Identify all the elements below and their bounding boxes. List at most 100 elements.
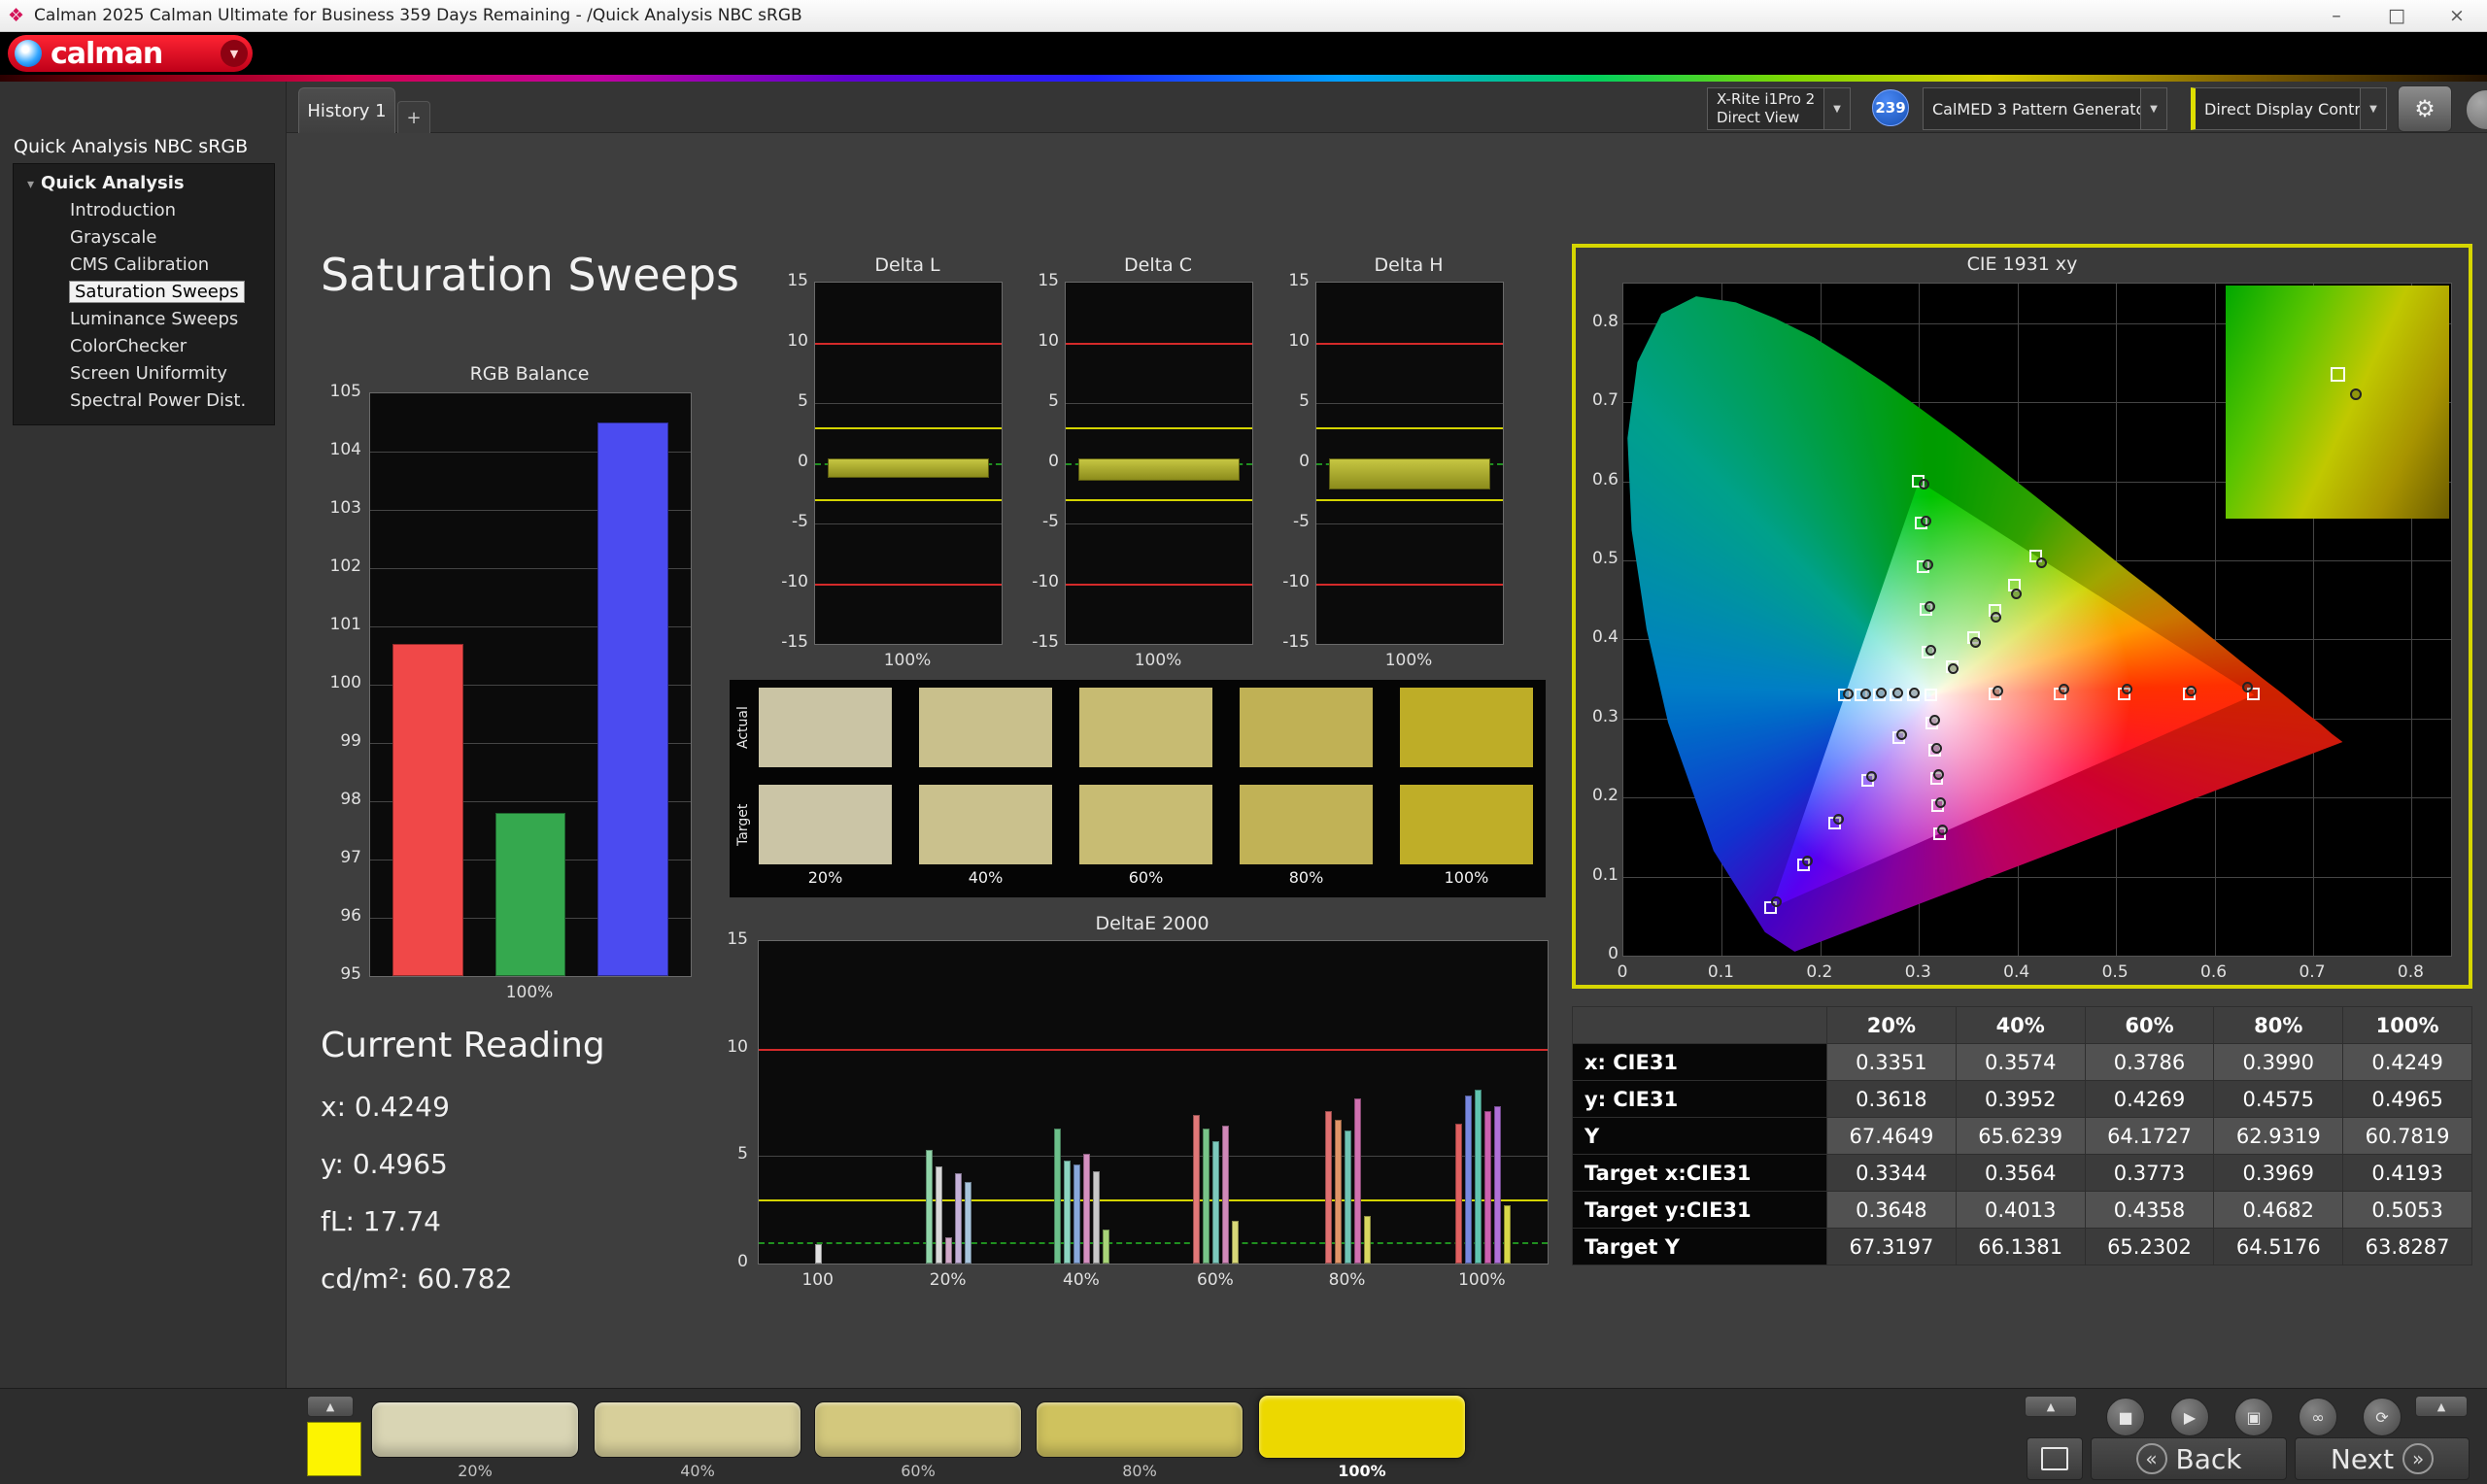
table-row-label: x: CIE31: [1572, 1043, 1827, 1081]
x-tick-label: 0.7: [2299, 962, 2326, 982]
cie-measured-marker-cyan: [1859, 688, 1871, 699]
play-button[interactable]: ▶: [2170, 1398, 2209, 1436]
tree-expand-icon: ▾: [27, 177, 35, 192]
table-cell: 0.3969: [2213, 1154, 2344, 1192]
table-row-label: Target Y: [1572, 1228, 1827, 1265]
table-header: 40%: [1955, 1006, 2086, 1044]
refresh-button[interactable]: ⟳: [2363, 1398, 2402, 1436]
deltae-2000-title: DeltaE 2000: [1095, 913, 1209, 934]
display-control-dropdown[interactable]: Direct Display Control ▼: [2191, 87, 2387, 130]
table-cell: 0.3351: [1826, 1043, 1957, 1081]
y-tick-label: 0.6: [1591, 469, 1618, 489]
meter-dropdown[interactable]: X-Rite i1Pro 2 Direct View ▼: [1707, 87, 1851, 130]
table-header: 20%: [1826, 1006, 1957, 1044]
pattern-generator-dropdown[interactable]: CalMED 3 Pattern Generator ▼: [1923, 87, 2167, 130]
save-button[interactable]: ▣: [2234, 1398, 2273, 1436]
delta-measure-bar: [828, 458, 989, 479]
limit-line-yellow: [759, 1198, 1548, 1201]
close-button[interactable]: ×: [2427, 0, 2487, 31]
y-tick-label: 5: [1299, 391, 1310, 411]
chevron-down-icon[interactable]: ▼: [2140, 88, 2166, 129]
gridline: [815, 403, 1002, 404]
sidebar-item-luminance-sweeps[interactable]: Luminance Sweeps: [14, 306, 274, 333]
tab-history-1[interactable]: History 1: [298, 87, 395, 133]
actual-swatch-80%: [1240, 688, 1373, 767]
limit-line-red: [1316, 584, 1503, 586]
sidebar-item-colorchecker[interactable]: ColorChecker: [14, 333, 274, 360]
y-tick-label: 10: [1038, 331, 1059, 351]
sidebar-item-grayscale[interactable]: Grayscale: [14, 224, 274, 252]
pattern-swatch-60%[interactable]: [814, 1401, 1022, 1458]
table-cell: 0.3952: [1955, 1080, 2086, 1118]
sidebar-item-cms-calibration[interactable]: CMS Calibration: [14, 252, 274, 279]
gridline: [1316, 403, 1503, 404]
table-cell: 67.3197: [1826, 1228, 1957, 1265]
cie-measured-marker-yellow: [1969, 637, 1981, 649]
pattern-window-button[interactable]: [2027, 1437, 2083, 1480]
limit-line-red: [815, 343, 1002, 345]
deltae-bar: [1232, 1220, 1240, 1264]
rgb-bar-green: [494, 813, 566, 976]
settings-button[interactable]: ⚙: [2398, 85, 2452, 132]
sidebar-root-quick-analysis[interactable]: ▾ Quick Analysis: [14, 169, 274, 197]
pattern-preview-swatch[interactable]: [307, 1422, 361, 1476]
table-row-label: Target x:CIE31: [1572, 1154, 1827, 1192]
table-cell: 0.4269: [2084, 1080, 2215, 1118]
table-cell: 67.4649: [1826, 1117, 1957, 1155]
y-tick-label: 5: [1048, 391, 1059, 411]
deltae-2000-plot: [758, 940, 1549, 1265]
transport-right-up-button[interactable]: ▲: [2415, 1396, 2468, 1417]
back-button[interactable]: « Back: [2091, 1437, 2287, 1480]
y-tick-label: 103: [329, 498, 361, 518]
limit-line-yellow: [1316, 499, 1503, 502]
pattern-swatch-100%[interactable]: [1258, 1395, 1466, 1459]
cie-1931-panel[interactable]: CIE 1931 xy 0 0.1 0.2 0.3 0.4 0.5 0.6 0.7 0.8 0 0.…: [1572, 244, 2472, 989]
sidebar-item-spectral-power-dist[interactable]: Spectral Power Dist.: [14, 388, 274, 415]
deltae-bar: [1103, 1229, 1110, 1264]
stop-button[interactable]: ■: [2106, 1398, 2145, 1436]
maximize-button[interactable]: □: [2367, 0, 2427, 31]
logo-menu-chevron-icon[interactable]: ▼: [221, 40, 248, 67]
current-reading-line: fL: 17.74: [321, 1205, 441, 1237]
cie-target-marker-white: [1925, 689, 1938, 702]
swatch-column-label: 60%: [1128, 868, 1164, 887]
x-tick-label: 80%: [1328, 1270, 1366, 1290]
cie-measured-marker-yellow: [2035, 556, 2047, 568]
limit-line-yellow: [1066, 426, 1252, 429]
table-cell: 65.6239: [1955, 1117, 2086, 1155]
pattern-swatch-20%[interactable]: [371, 1401, 579, 1458]
calman-logo[interactable]: calman ▼: [8, 35, 253, 72]
cie-1931-title: CIE 1931 xy: [1966, 253, 2078, 275]
sidebar-item-introduction[interactable]: Introduction: [14, 197, 274, 224]
sidebar-item-saturation-sweeps[interactable]: Saturation Sweeps: [14, 279, 274, 306]
table-cell: 0.3564: [1955, 1154, 2086, 1192]
minimize-button[interactable]: –: [2306, 0, 2367, 31]
target-swatch-100%: [1400, 785, 1533, 864]
actual-swatch-40%: [919, 688, 1052, 767]
deltae-bar: [1212, 1140, 1220, 1264]
pattern-swatch-40%[interactable]: [594, 1401, 801, 1458]
y-tick-label: 15: [787, 271, 808, 290]
sidebar-item-screen-uniformity[interactable]: Screen Uniformity: [14, 360, 274, 388]
limit-line-red: [1316, 343, 1503, 345]
link-button[interactable]: ∞: [2299, 1398, 2337, 1436]
delta-h-chart: Delta H 100% 15 10 5 0 -5 -10 -15: [1269, 254, 1512, 672]
chevron-down-icon[interactable]: ▼: [1823, 88, 1850, 129]
deltae-bar: [1354, 1097, 1362, 1264]
transport-left-up-button[interactable]: ▲: [2025, 1396, 2077, 1417]
x-tick-label: 0.5: [2101, 962, 2129, 982]
gridline: [1066, 403, 1252, 404]
chevron-down-icon[interactable]: ▼: [2360, 88, 2386, 129]
preview-expand-button[interactable]: ▲: [307, 1396, 354, 1417]
next-button[interactable]: Next »: [2295, 1437, 2470, 1480]
table-cell: 0.4193: [2342, 1154, 2472, 1192]
cie-measured-marker-red: [2242, 682, 2254, 692]
y-tick-label: 0.5: [1591, 548, 1618, 568]
cie-measured-marker-magenta: [1932, 769, 1944, 781]
table-cell: 0.4682: [2213, 1191, 2344, 1229]
pattern-swatch-80%[interactable]: [1036, 1401, 1244, 1458]
pattern-generator-label: CalMED 3 Pattern Generator: [1932, 99, 2140, 118]
delta-h-plot: [1315, 282, 1504, 645]
limit-line-yellow: [1316, 426, 1503, 429]
add-tab-button[interactable]: +: [397, 101, 430, 133]
